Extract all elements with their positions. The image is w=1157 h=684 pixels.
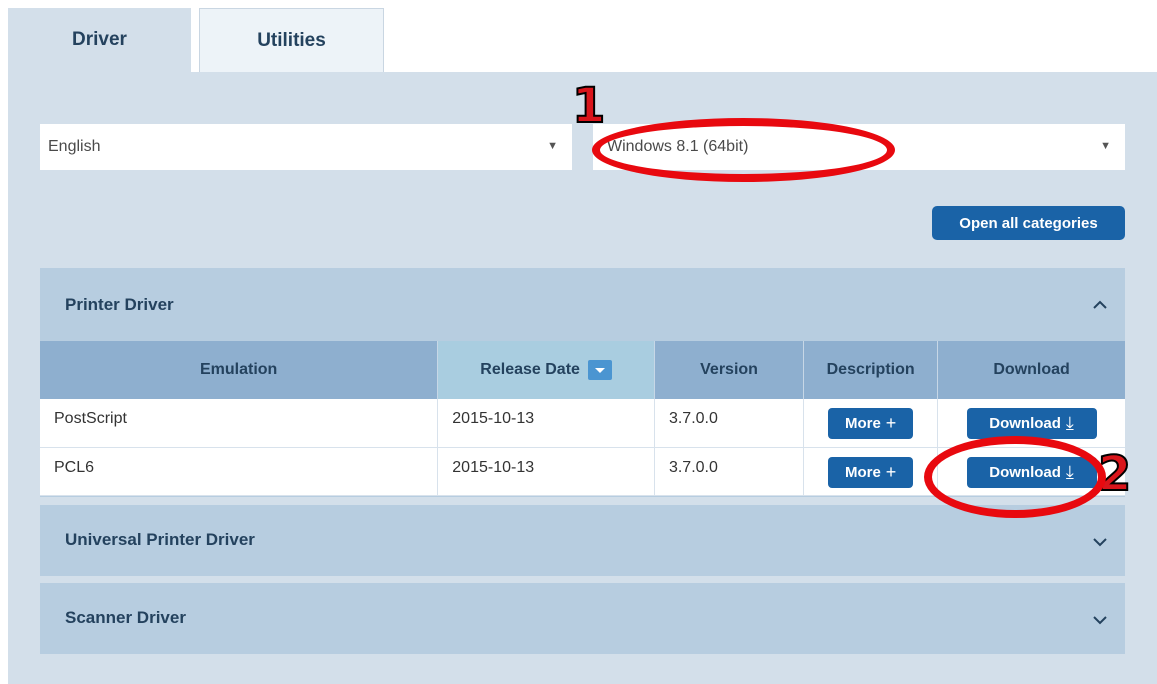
- tab-driver[interactable]: Driver: [8, 8, 191, 72]
- annotation-ellipse-os: [592, 118, 895, 182]
- cell-release-date: 2015-10-13: [437, 447, 655, 496]
- column-header-version[interactable]: Version: [654, 341, 805, 399]
- cell-version: 3.7.0.0: [654, 399, 805, 448]
- column-header-label: Release Date: [480, 361, 580, 379]
- caret-down-icon: ▼: [1100, 140, 1111, 152]
- download-button[interactable]: Download ⤓: [966, 408, 1097, 439]
- language-select-value: English: [48, 138, 101, 155]
- driver-panel: English ▼ Windows 8.1 (64bit) ▼ Open all…: [8, 72, 1157, 684]
- column-header-release-date[interactable]: Release Date: [437, 341, 655, 399]
- more-button[interactable]: More +: [828, 456, 914, 488]
- open-all-categories-button[interactable]: Open all categories: [932, 206, 1125, 240]
- cell-emulation: PCL6: [40, 447, 439, 496]
- section-scanner-driver[interactable]: Scanner Driver: [40, 583, 1125, 654]
- column-header-emulation[interactable]: Emulation: [40, 341, 439, 399]
- section-title[interactable]: Scanner Driver: [65, 608, 186, 628]
- section-title[interactable]: Printer Driver: [65, 295, 174, 315]
- annotation-ellipse-download: [924, 436, 1106, 518]
- plus-icon: +: [885, 413, 897, 433]
- annotation-number-1: 1: [571, 77, 606, 135]
- chevron-down-icon[interactable]: [1093, 613, 1107, 627]
- chevron-down-icon[interactable]: [1093, 535, 1107, 549]
- caret-down-icon: ▼: [547, 140, 558, 152]
- cell-emulation: PostScript: [40, 399, 439, 448]
- cell-version: 3.7.0.0: [654, 447, 805, 496]
- section-universal-printer-driver[interactable]: Universal Printer Driver: [40, 505, 1125, 576]
- download-icon: ⤓: [1065, 413, 1074, 433]
- section-title[interactable]: Universal Printer Driver: [65, 530, 255, 550]
- more-label: More: [844, 415, 881, 432]
- cell-description: More +: [803, 399, 939, 448]
- tab-utilities[interactable]: Utilities: [199, 8, 384, 72]
- chevron-up-icon[interactable]: [1093, 298, 1107, 312]
- table-row: PostScript 2015-10-13 3.7.0.0 More + Down…: [40, 399, 1125, 448]
- more-button[interactable]: More +: [828, 408, 914, 439]
- cell-description: More +: [803, 447, 939, 496]
- sort-dropdown-icon[interactable]: [587, 360, 612, 380]
- more-label: More: [844, 463, 881, 481]
- language-select[interactable]: English ▼: [40, 124, 572, 170]
- column-header-download: Download: [937, 341, 1125, 399]
- download-label: Download: [989, 415, 1061, 432]
- column-header-description: Description: [803, 341, 939, 399]
- cell-release-date: 2015-10-13: [437, 399, 655, 448]
- plus-icon: +: [885, 461, 897, 482]
